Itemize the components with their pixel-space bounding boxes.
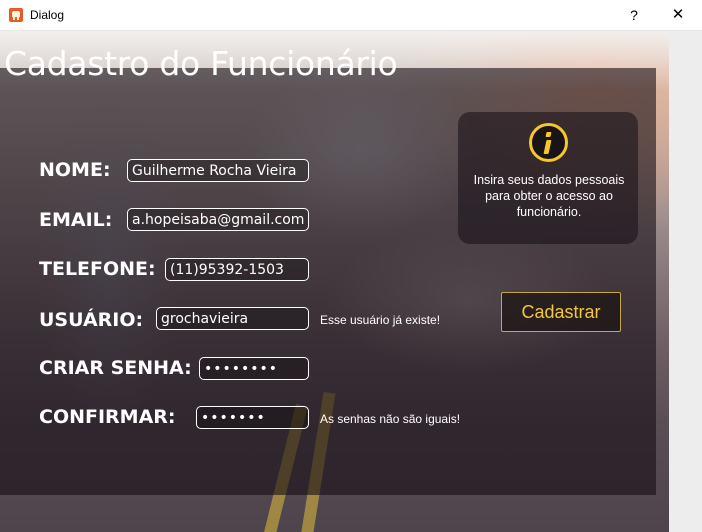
senha-error-message: As senhas não são iguais! xyxy=(320,412,461,426)
nome-input[interactable] xyxy=(127,159,309,182)
window-title: Dialog xyxy=(30,8,65,22)
telefone-input[interactable] xyxy=(165,258,309,281)
page-title: Cadastro do Funcionário xyxy=(4,44,398,83)
window-side-strip xyxy=(669,31,702,532)
email-label: EMAIL: xyxy=(39,209,113,231)
info-text: Insira seus dados pessoais para obter o … xyxy=(473,173,625,219)
confirmar-senha-input[interactable] xyxy=(196,406,309,429)
close-button[interactable]: ✕ xyxy=(658,4,698,26)
app-icon xyxy=(9,8,23,22)
confirmar-label: CONFIRMAR: xyxy=(39,406,176,428)
background-photo xyxy=(0,31,669,532)
criar-senha-input[interactable] xyxy=(199,357,309,380)
telefone-label: TELEFONE: xyxy=(39,258,156,280)
usuario-input[interactable] xyxy=(156,307,309,330)
usuario-error-message: Esse usuário já existe! xyxy=(320,313,441,327)
help-button[interactable]: ? xyxy=(622,4,646,26)
criar-senha-label: CRIAR SENHA: xyxy=(39,357,192,379)
nome-label: NOME: xyxy=(39,159,111,181)
info-icon xyxy=(529,123,568,162)
cadastrar-button[interactable]: Cadastrar xyxy=(501,292,621,332)
window-titlebar: Dialog ? ✕ xyxy=(0,0,702,31)
usuario-label: USUÁRIO: xyxy=(39,309,144,331)
email-input[interactable] xyxy=(127,208,309,231)
